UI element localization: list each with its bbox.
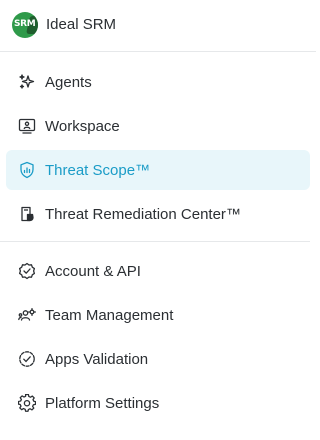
remediation-icon bbox=[18, 205, 36, 223]
nav-item-team-management[interactable]: Team Management bbox=[6, 295, 310, 335]
nav-item-apps-validation[interactable]: Apps Validation bbox=[6, 339, 310, 379]
app-logo[interactable]: SRM bbox=[12, 12, 38, 38]
nav-item-platform-settings[interactable]: Platform Settings bbox=[6, 383, 310, 423]
nav-item-threat-remediation-center[interactable]: Threat Remediation Center™ bbox=[6, 194, 310, 234]
nav-label-account-api: Account & API bbox=[45, 263, 141, 280]
nav-label-team-management: Team Management bbox=[45, 307, 174, 324]
nav-item-account-api[interactable]: Account & API bbox=[6, 251, 310, 291]
gear-icon bbox=[18, 394, 36, 412]
nav-label-threat-scope: Threat Scope™ bbox=[45, 162, 151, 179]
nav-item-workspace[interactable]: Workspace bbox=[6, 106, 310, 146]
shield-chart-icon bbox=[18, 161, 36, 179]
nav-divider bbox=[0, 241, 310, 242]
workspace-icon bbox=[18, 117, 36, 135]
nav-label-platform-settings: Platform Settings bbox=[45, 395, 160, 412]
nav-label-workspace: Workspace bbox=[45, 118, 120, 135]
sparkle-icon bbox=[18, 73, 36, 91]
team-icon bbox=[18, 306, 36, 324]
app-title[interactable]: Ideal SRM bbox=[46, 16, 116, 33]
logo-text: SRM bbox=[14, 19, 36, 29]
nav-item-agents[interactable]: Agents bbox=[6, 62, 310, 102]
check-circle-dashed-icon bbox=[18, 350, 36, 368]
nav-item-threat-scope[interactable]: Threat Scope™ bbox=[6, 150, 310, 190]
nav-label-threat-remediation-center: Threat Remediation Center™ bbox=[45, 206, 241, 223]
nav-label-apps-validation: Apps Validation bbox=[45, 351, 149, 368]
badge-check-icon bbox=[18, 262, 36, 280]
app-header: SRM Ideal SRM bbox=[0, 0, 316, 52]
nav-label-agents: Agents bbox=[45, 74, 92, 91]
